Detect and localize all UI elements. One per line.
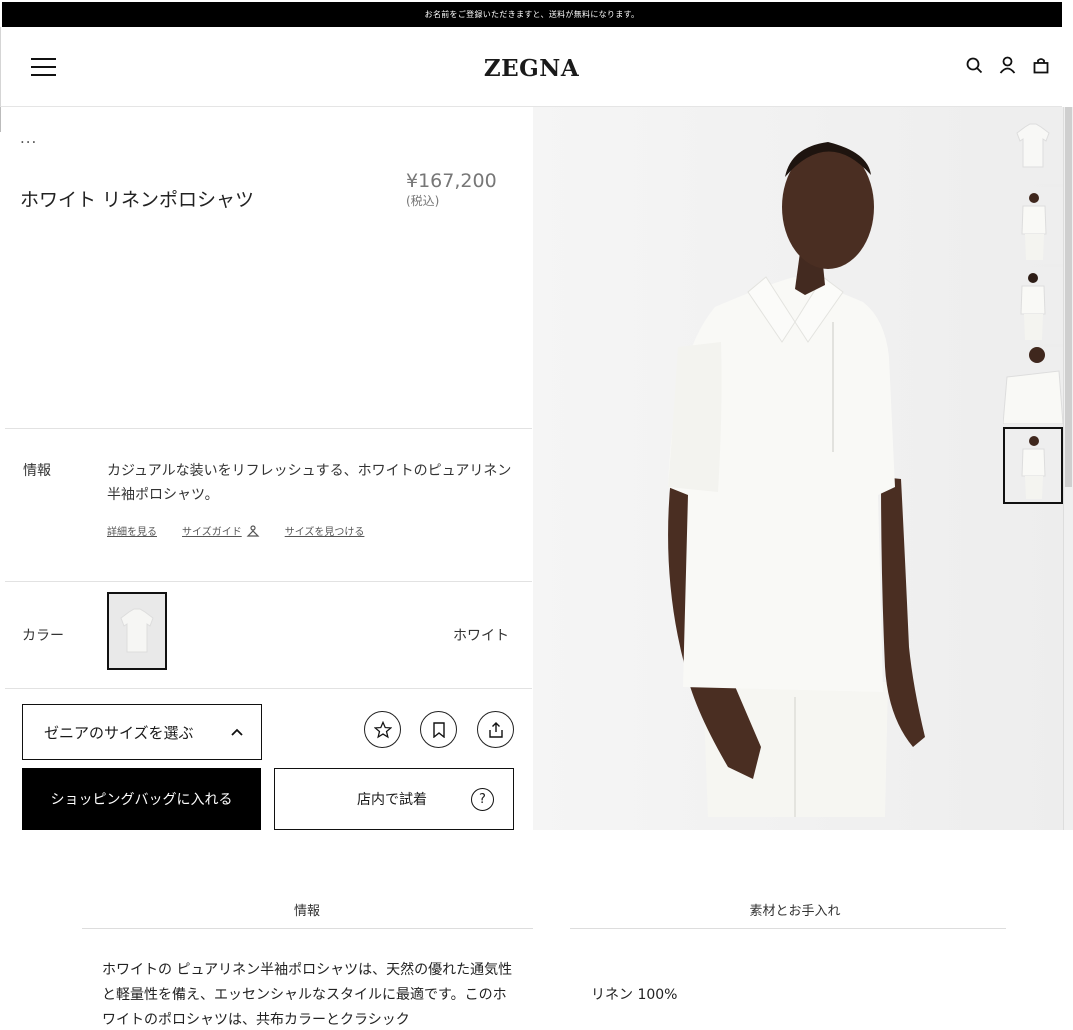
product-info-panel: ... ホワイト リネンポロシャツ ¥167,200 (税込) 情報 カジュアル… — [0, 107, 533, 830]
size-guide-link[interactable]: サイズガイド — [182, 523, 260, 538]
site-header: ZEGNA — [0, 27, 1062, 107]
add-to-bag-button[interactable]: ショッピングバッグに入れる — [22, 768, 261, 830]
size-select-label: ゼニアのサイズを選ぶ — [44, 723, 194, 742]
color-label: カラー — [22, 628, 64, 644]
product-price: ¥167,200 — [406, 170, 497, 192]
shopping-bag-icon[interactable] — [1031, 55, 1050, 75]
thumbnail-model-side[interactable] — [1003, 427, 1063, 504]
divider — [570, 928, 1006, 929]
divider — [5, 428, 532, 429]
thumbnail-flat-shirt[interactable] — [1003, 107, 1063, 184]
info-description: カジュアルな装いをリフレッシュする、ホワイトのピュアリネン半袖ポロシャツ。 — [107, 463, 512, 503]
wishlist-button[interactable] — [364, 711, 401, 748]
user-icon[interactable] — [998, 55, 1017, 75]
model-thumbnail — [1021, 193, 1047, 260]
share-button[interactable] — [477, 711, 514, 748]
divider — [5, 581, 532, 582]
thumbnail-detail[interactable] — [1003, 347, 1063, 424]
scrollbar-thumb[interactable] — [1065, 107, 1072, 487]
try-in-store-label: 店内で試着 — [357, 792, 427, 808]
thumbnail-model-front[interactable] — [1003, 187, 1063, 264]
info-links: 詳細を見る サイズガイド サイズを見つける — [107, 523, 364, 538]
product-title: ホワイト リネンポロシャツ — [20, 189, 255, 211]
share-icon — [488, 721, 503, 738]
model-photo — [533, 107, 1063, 830]
model-thumbnail — [1020, 273, 1046, 340]
divider — [5, 688, 532, 689]
star-icon — [373, 720, 392, 738]
product-description: ホワイトの ピュアリネン半袖ポロシャツは、天然の優れた通気性と軽量性を備え、エッ… — [102, 962, 513, 1028]
promo-text: お名前をご登録いただきますと、送料が無料になります。 — [424, 10, 640, 19]
chevron-up-icon — [231, 728, 243, 736]
model-thumbnail — [1021, 435, 1046, 499]
size-select[interactable]: ゼニアのサイズを選ぶ — [22, 704, 262, 760]
details-link[interactable]: 詳細を見る — [107, 523, 157, 538]
find-size-link[interactable]: サイズを見つける — [285, 523, 365, 538]
try-in-store-button[interactable]: 店内で試着 ? — [274, 768, 514, 830]
tab-material-care[interactable]: 素材とお手入れ — [700, 900, 890, 919]
help-icon[interactable]: ? — [471, 788, 494, 811]
tax-note: (税込) — [406, 194, 440, 208]
promo-banner: お名前をご登録いただきますと、送料が無料になります。 — [2, 2, 1062, 27]
color-swatch-white[interactable] — [107, 592, 167, 670]
product-main-image[interactable] — [533, 107, 1063, 830]
size-guide-label: サイズガイド — [182, 527, 242, 538]
info-label: 情報 — [23, 463, 51, 479]
selected-color-name: ホワイト — [453, 628, 509, 644]
ruler-person-icon — [246, 524, 260, 537]
shirt-thumbnail-icon — [120, 608, 154, 653]
shirt-thumbnail-icon — [1016, 123, 1050, 167]
thumbnail-model-back[interactable] — [1003, 267, 1063, 344]
material-composition: リネン 100% — [591, 987, 678, 1003]
breadcrumb[interactable]: ... — [20, 129, 37, 147]
scrollbar[interactable] — [1063, 107, 1073, 830]
brand-logo[interactable]: ZEGNA — [1, 55, 1062, 82]
model-thumbnail — [1003, 347, 1063, 424]
tab-info[interactable]: 情報 — [262, 900, 352, 919]
search-icon[interactable] — [965, 55, 984, 75]
header-icons — [965, 55, 1050, 75]
bookmark-icon — [432, 721, 445, 738]
divider — [82, 928, 533, 929]
save-button[interactable] — [420, 711, 457, 748]
thumbnail-strip — [1003, 107, 1063, 507]
